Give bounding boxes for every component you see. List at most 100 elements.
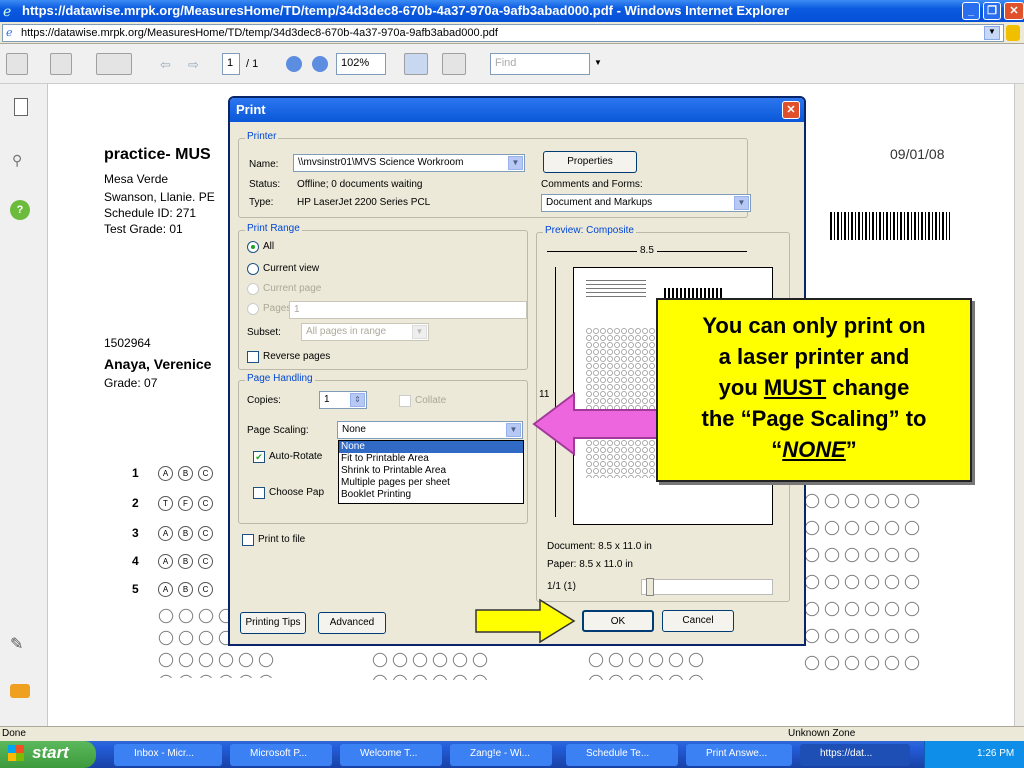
taskbar-item[interactable]: Inbox - Micr... xyxy=(114,744,222,766)
pink-arrow-icon xyxy=(532,392,663,456)
zoom-select[interactable]: 102% xyxy=(336,53,386,75)
vertical-scrollbar[interactable] xyxy=(1014,84,1024,726)
dialog-close-button[interactable]: ✕ xyxy=(782,101,800,119)
print-to-file-label: Print to file xyxy=(258,534,306,545)
page-scaling-listbox[interactable]: None Fit to Printable Area Shrink to Pri… xyxy=(338,440,524,504)
fit-page-icon[interactable] xyxy=(442,53,466,75)
advanced-button[interactable]: Advanced xyxy=(318,612,386,634)
answer-bubble[interactable]: A xyxy=(158,466,173,481)
answer-bubble[interactable]: B xyxy=(178,466,193,481)
next-page-icon[interactable]: ⇨ xyxy=(188,57,199,73)
close-window-button[interactable]: ✕ xyxy=(1004,2,1024,20)
all-radio[interactable] xyxy=(247,241,259,253)
scaling-option[interactable]: None xyxy=(339,441,523,453)
print-range-group: Print Range All Current view Current pag… xyxy=(238,223,528,370)
address-field[interactable]: ℯ https://datawise.mrpk.org/MeasuresHome… xyxy=(2,24,1004,42)
zoom-out-icon[interactable] xyxy=(286,56,302,72)
answer-bubble[interactable]: A xyxy=(158,582,173,597)
page-number-input[interactable]: 1 xyxy=(222,53,240,75)
printer-group: Printer Name: \\mvsinstr01\MVS Science W… xyxy=(238,131,751,218)
taskbar-item[interactable]: Welcome T... xyxy=(340,744,442,766)
print-icon[interactable] xyxy=(6,53,28,75)
address-text: https://datawise.mrpk.org/MeasuresHome/T… xyxy=(21,27,498,39)
answer-bubble[interactable]: T xyxy=(158,496,173,511)
choose-paper-checkbox[interactable] xyxy=(253,487,265,499)
taskbar-item-active[interactable]: https://dat... xyxy=(800,744,910,766)
printer-name-select[interactable]: \\mvsinstr01\MVS Science Workroom ▼ xyxy=(293,154,525,172)
all-label: All xyxy=(263,241,275,252)
find-input[interactable]: Find xyxy=(490,53,590,75)
printing-tips-button[interactable]: Printing Tips xyxy=(240,612,306,634)
fit-width-icon[interactable] xyxy=(404,53,428,75)
taskbar-item[interactable]: Print Answe... xyxy=(686,744,792,766)
previous-page-icon[interactable]: ⇦ xyxy=(160,57,171,73)
status-bar: Done Unknown Zone xyxy=(0,726,1024,741)
address-dropdown-button[interactable]: ▼ xyxy=(984,26,1000,40)
help-icon[interactable]: ? xyxy=(10,200,30,220)
answer-bubble[interactable]: A xyxy=(158,526,173,541)
print-range-label: Print Range xyxy=(245,223,302,234)
answer-bubble[interactable]: B xyxy=(178,582,193,597)
answer-bubble[interactable]: A xyxy=(158,554,173,569)
copies-input[interactable]: 1 ⇕ xyxy=(319,391,367,409)
security-zone: Unknown Zone xyxy=(788,728,856,739)
attachment-icon[interactable]: ✎ xyxy=(10,634,23,654)
binoculars-icon[interactable]: ⚲ xyxy=(12,152,22,169)
choose-paper-label: Choose Pap xyxy=(269,487,325,498)
answer-bubble[interactable]: B xyxy=(178,526,193,541)
type-value: HP LaserJet 2200 Series PCL xyxy=(297,197,431,208)
preview-label: Preview: Composite xyxy=(543,225,636,236)
current-page-radio[interactable] xyxy=(247,283,259,295)
answer-bubble[interactable]: C xyxy=(198,554,213,569)
callout-none: NONE xyxy=(782,437,846,462)
current-view-radio[interactable] xyxy=(247,263,259,275)
comments-icon[interactable] xyxy=(10,684,30,698)
chevron-down-icon: ▼ xyxy=(506,423,521,437)
answer-bubble[interactable]: B xyxy=(178,554,193,569)
auto-rotate-checkbox[interactable]: ✔ xyxy=(253,451,265,463)
taskbar-item[interactable]: Schedule Te... xyxy=(566,744,678,766)
answer-bubble[interactable]: F xyxy=(178,496,193,511)
answer-bubble[interactable]: C xyxy=(198,526,213,541)
pages-panel-icon[interactable] xyxy=(14,98,28,116)
document-size: Document: 8.5 x 11.0 in xyxy=(547,541,652,552)
restore-button[interactable]: ❐ xyxy=(983,2,1001,20)
share-icon[interactable] xyxy=(96,53,132,75)
properties-button[interactable]: Properties xyxy=(543,151,637,173)
start-button[interactable]: start xyxy=(0,741,96,768)
minimize-button[interactable]: _ xyxy=(962,2,980,20)
scaling-option[interactable]: Shrink to Printable Area xyxy=(339,465,523,477)
pages-radio[interactable] xyxy=(247,303,259,315)
zoom-in-icon[interactable] xyxy=(312,56,328,72)
subset-select[interactable]: All pages in range ▼ xyxy=(301,323,429,341)
scaling-option[interactable]: Booklet Printing xyxy=(339,489,523,501)
scaling-option[interactable]: Multiple pages per sheet xyxy=(339,477,523,489)
page-scaling-select[interactable]: None ▼ xyxy=(337,421,523,439)
reverse-pages-label: Reverse pages xyxy=(263,351,331,362)
save-icon[interactable] xyxy=(50,53,72,75)
slider-thumb[interactable] xyxy=(646,578,654,596)
taskbar-item[interactable]: Zang!e - Wi... xyxy=(450,744,552,766)
find-dropdown-icon[interactable]: ▼ xyxy=(594,58,602,67)
scaling-option[interactable]: Fit to Printable Area xyxy=(339,453,523,465)
pages-label: Pages xyxy=(263,303,292,314)
print-to-file-checkbox[interactable] xyxy=(242,534,254,546)
answer-bubble[interactable]: C xyxy=(198,582,213,597)
instruction-callout: You can only print on a laser printer an… xyxy=(656,298,972,482)
preview-page-slider[interactable] xyxy=(641,578,773,596)
answer-bubble[interactable]: C xyxy=(198,496,213,511)
lock-icon[interactable] xyxy=(1006,25,1020,41)
comments-select[interactable]: Document and Markups ▼ xyxy=(541,194,751,212)
pages-input[interactable]: 1 xyxy=(289,301,527,319)
window-titlebar[interactable]: ℯ https://datawise.mrpk.org/MeasuresHome… xyxy=(0,0,1024,22)
reverse-pages-checkbox[interactable] xyxy=(247,351,259,363)
spinner-icon[interactable]: ⇕ xyxy=(350,393,365,407)
callout-line: you MUST change xyxy=(658,372,970,403)
cancel-button[interactable]: Cancel xyxy=(662,610,734,632)
taskbar-item[interactable]: Microsoft P... xyxy=(230,744,332,766)
student-name: Anaya, Verenice xyxy=(104,356,212,372)
collate-checkbox[interactable] xyxy=(399,395,411,407)
answer-bubble[interactable]: C xyxy=(198,466,213,481)
dialog-titlebar[interactable]: Print ✕ xyxy=(230,98,804,122)
ok-button[interactable]: OK xyxy=(582,610,654,632)
